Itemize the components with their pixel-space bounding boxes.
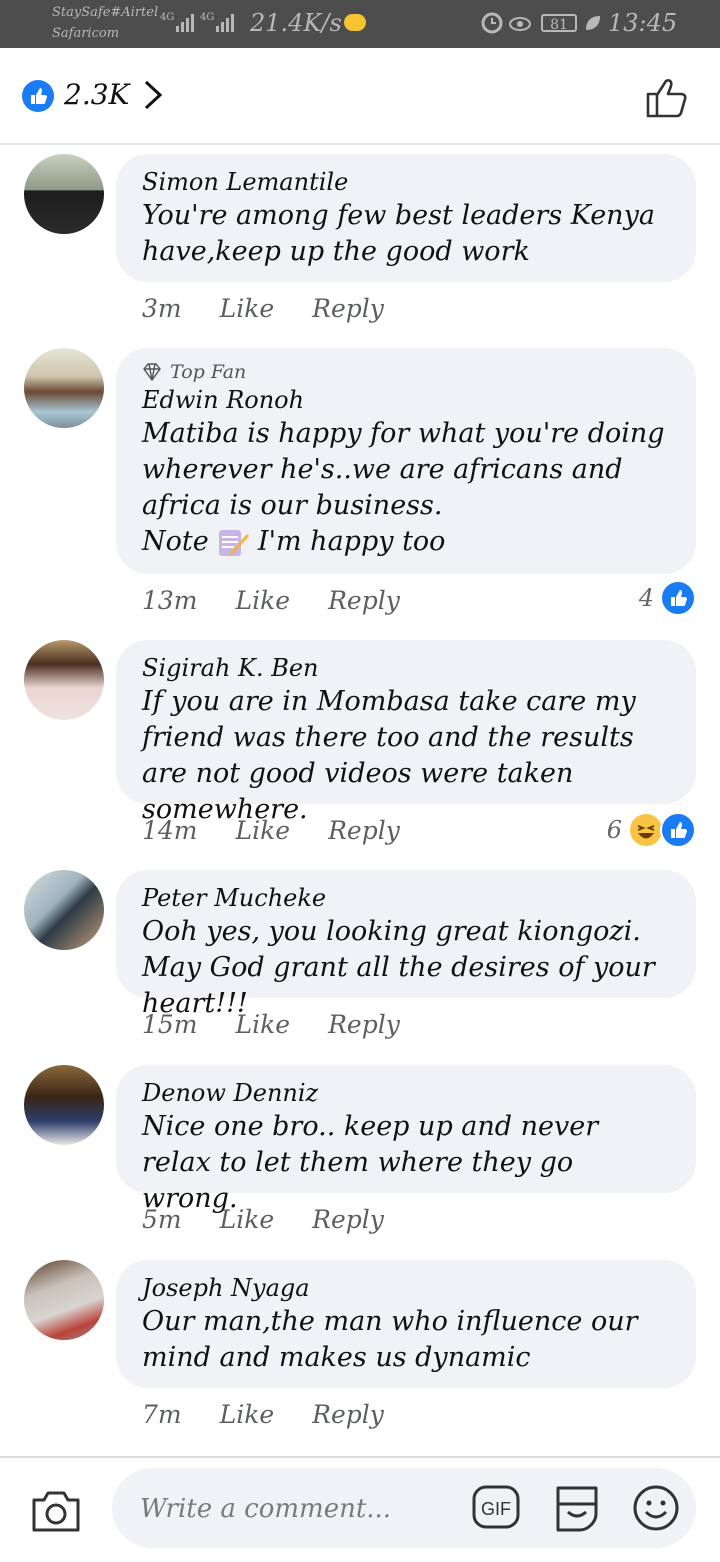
comment-reactions[interactable]: 6: [607, 812, 696, 848]
reaction-count: 6: [606, 816, 622, 844]
comment-author[interactable]: Joseph Nyaga: [142, 1272, 670, 1304]
comment-text-line: I'm happy too: [257, 526, 446, 557]
alarm-icon: [481, 12, 503, 34]
top-fan-badge: Top Fan: [142, 360, 670, 384]
like-button[interactable]: Like: [220, 1205, 275, 1234]
comment-text: Nice one bro.. keep up and never relax t…: [142, 1111, 599, 1214]
clock: 13:45: [608, 9, 678, 37]
battery-icon: 81: [541, 14, 577, 33]
comment-author[interactable]: Denow Denniz: [142, 1077, 670, 1109]
like-reaction-icon: [660, 812, 696, 848]
comment-actions: 14m Like Reply: [142, 816, 400, 845]
comment-time: 14m: [142, 816, 198, 845]
comment-author[interactable]: Sigirah K. Ben: [142, 652, 670, 684]
gif-button[interactable]: GIF: [471, 1482, 521, 1532]
status-bar: StaySafe#Airtel Safaricom 4G 4G 21.4K/s …: [0, 0, 720, 48]
comment-time: 15m: [142, 1010, 198, 1039]
reply-button[interactable]: Reply: [312, 1205, 384, 1234]
comment-actions: 13m Like Reply: [142, 586, 400, 615]
comment-text-line: Note: [142, 526, 209, 557]
sticker-icon[interactable]: [552, 1480, 602, 1534]
comment-bubble[interactable]: Denow Denniz Nice one bro.. keep up and …: [116, 1065, 696, 1214]
eye-comfort-icon: [509, 17, 531, 31]
comment-time: 13m: [142, 586, 198, 615]
leaf-icon: [586, 16, 600, 30]
comment-author[interactable]: Peter Mucheke: [142, 882, 670, 914]
svg-text:4G: 4G: [160, 12, 174, 23]
like-count[interactable]: 2.3K: [64, 78, 129, 111]
avatar[interactable]: [24, 640, 104, 720]
thumbs-up-outline-icon[interactable]: [644, 74, 692, 120]
emoji-icon[interactable]: [632, 1484, 680, 1532]
comment-text: Ooh yes, you looking great kiongozi. May…: [142, 916, 655, 1019]
comment-actions: 15m Like Reply: [142, 1010, 400, 1039]
comment-author[interactable]: Edwin Ronoh: [142, 384, 670, 416]
like-reaction-icon[interactable]: [22, 80, 54, 112]
comment-time: 3m: [142, 294, 182, 323]
comment-text: If you are in Mombasa take care my frien…: [142, 686, 636, 825]
comment-text: You're among few best leaders Kenya have…: [142, 200, 655, 267]
avatar[interactable]: [24, 870, 104, 950]
avatar[interactable]: [24, 154, 104, 234]
svg-text:GIF: GIF: [481, 1499, 511, 1519]
comment-actions: 7m Like Reply: [142, 1400, 384, 1429]
comment-text: Matiba is happy for what you're doing wh…: [142, 416, 670, 560]
carrier-name-2: Safaricom: [52, 26, 120, 41]
carrier-name-1: StaySafe#Airtel: [52, 5, 159, 20]
like-button[interactable]: Like: [220, 1400, 275, 1429]
memo-emoji-icon: [219, 529, 250, 556]
like-button[interactable]: Like: [236, 816, 291, 845]
chat-notification-icon: [344, 14, 366, 31]
avatar[interactable]: [24, 1260, 104, 1340]
header-divider: [0, 143, 720, 145]
comment-actions: 3m Like Reply: [142, 294, 384, 323]
reaction-count: 4: [638, 584, 654, 612]
avatar[interactable]: [24, 1065, 104, 1145]
like-reaction-icon: [660, 580, 696, 616]
signal-icon-2: 4G: [200, 12, 234, 32]
comment-input[interactable]: [138, 1490, 462, 1528]
network-speed: 21.4K/s: [250, 9, 342, 37]
comment-bubble[interactable]: Joseph Nyaga Our man,the man who influen…: [116, 1260, 696, 1388]
comment-time: 7m: [142, 1400, 182, 1429]
signal-icon-1: 4G: [160, 12, 194, 32]
comment-actions: 5m Like Reply: [142, 1205, 384, 1234]
reply-button[interactable]: Reply: [328, 586, 400, 615]
svg-text:4G: 4G: [200, 12, 214, 23]
comment-input-container[interactable]: [112, 1468, 696, 1548]
reply-button[interactable]: Reply: [312, 294, 384, 323]
like-button[interactable]: Like: [220, 294, 275, 323]
diamond-icon: [143, 363, 161, 381]
comment-bubble[interactable]: Top Fan Edwin Ronoh Matiba is happy for …: [116, 348, 696, 574]
comment-bubble[interactable]: Simon Lemantile You're among few best le…: [116, 154, 696, 282]
like-button[interactable]: Like: [236, 586, 291, 615]
comment-bubble[interactable]: Peter Mucheke Ooh yes, you looking great…: [116, 870, 696, 1019]
camera-icon[interactable]: [30, 1486, 82, 1534]
comment-time: 5m: [142, 1205, 182, 1234]
top-fan-label: Top Fan: [170, 361, 247, 383]
reply-button[interactable]: Reply: [328, 1010, 400, 1039]
haha-reaction-icon: [628, 812, 664, 848]
comment-text: Our man,the man who influence our mind a…: [142, 1306, 638, 1373]
comment-author[interactable]: Simon Lemantile: [142, 166, 670, 198]
like-button[interactable]: Like: [236, 1010, 291, 1039]
comment-bubble[interactable]: Sigirah K. Ben If you are in Mombasa tak…: [116, 640, 696, 825]
comment-text-line: Matiba is happy for what you're doing wh…: [142, 418, 665, 521]
reply-button[interactable]: Reply: [312, 1400, 384, 1429]
reply-button[interactable]: Reply: [328, 816, 400, 845]
avatar[interactable]: [24, 348, 104, 428]
chevron-right-icon[interactable]: [140, 78, 166, 112]
comment-reactions[interactable]: 4: [639, 580, 696, 616]
